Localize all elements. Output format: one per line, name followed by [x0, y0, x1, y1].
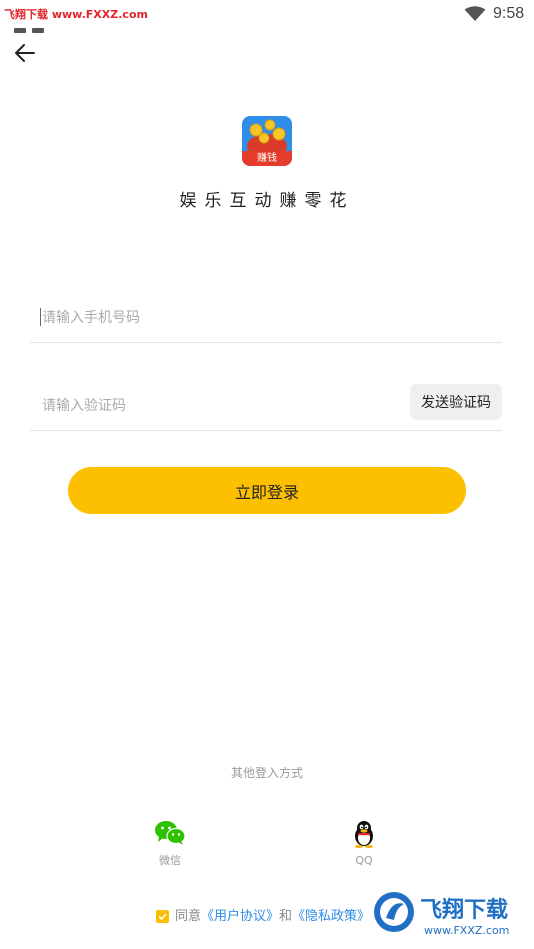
check-icon: [158, 913, 167, 921]
agree-and: 和: [279, 909, 293, 924]
app-logo: 赚钱: [242, 116, 292, 166]
watermark-top: 飞翔下载 www.FXXZ.com: [4, 8, 148, 21]
back-arrow-icon[interactable]: [12, 40, 38, 66]
agreement: 同意《用户协议》和《隐私政策》: [156, 905, 370, 924]
phone-input[interactable]: [40, 304, 404, 332]
logo-badge: 赚钱: [242, 151, 292, 166]
watermark-url: www.FXXZ.com: [424, 924, 509, 937]
status-bar: 飞翔下载 www.FXXZ.com 9:58: [0, 0, 534, 33]
verification-code-input[interactable]: [40, 392, 404, 420]
watermark-brand: 飞翔下载: [420, 897, 508, 923]
qq-label: QQ: [355, 854, 373, 867]
other-login-title: 其他登入方式: [230, 766, 303, 780]
text-caret: [40, 308, 41, 326]
phone-field: [30, 292, 502, 343]
user-agreement-link[interactable]: 《用户协议》: [201, 909, 279, 924]
wechat-login[interactable]: 微信: [140, 820, 200, 868]
wifi-icon: [464, 6, 486, 21]
send-code-button[interactable]: 发送验证码: [410, 384, 502, 420]
login-button[interactable]: 立即登录: [68, 467, 466, 514]
qq-login[interactable]: QQ: [334, 820, 394, 867]
agree-checkbox[interactable]: [156, 910, 169, 923]
wechat-label: 微信: [159, 854, 181, 867]
code-field: 发送验证码: [30, 380, 502, 431]
privacy-policy-link[interactable]: 《隐私政策》: [292, 909, 370, 924]
agree-prefix: 同意: [175, 909, 202, 924]
wechat-icon: [155, 821, 186, 845]
qq-penguin-icon: [355, 821, 373, 848]
status-time: 9:58: [493, 5, 525, 22]
app-title: 娱乐互动赚零花: [179, 191, 355, 211]
watermark-bottom: 飞翔下载 www.FXXZ.com: [368, 888, 528, 940]
watermark-logo: 飞翔下载 www.FXXZ.com: [368, 888, 528, 940]
